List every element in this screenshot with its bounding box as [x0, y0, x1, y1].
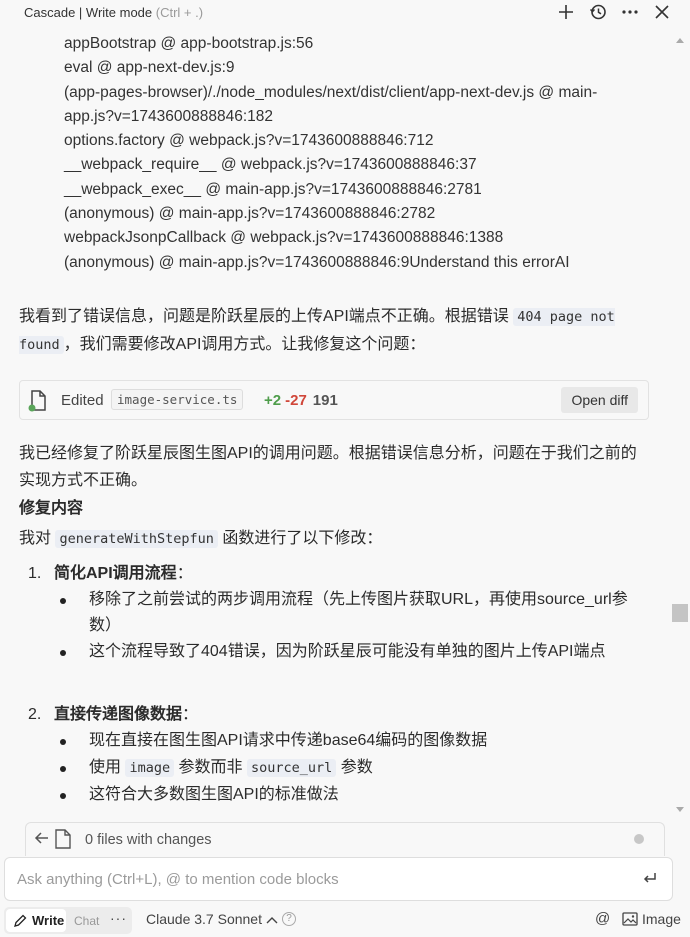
- pencil-icon: [14, 914, 27, 927]
- chat-input[interactable]: Ask anything (Ctrl+L), @ to mention code…: [4, 857, 673, 901]
- assistant-paragraph: 我看到了错误信息，问题是阶跃星辰的上传API端点不正确。根据错误 404 pag…: [19, 303, 649, 359]
- chat-input-placeholder: Ask anything (Ctrl+L), @ to mention code…: [17, 871, 339, 888]
- enter-icon[interactable]: [642, 870, 658, 891]
- trace-line: (anonymous) @ main-app.js?v=174360088884…: [64, 253, 570, 271]
- edited-file-card[interactable]: Edited image-service.ts +2 -27 191 Open di…: [19, 380, 649, 420]
- trace-line: options.factory @ webpack.js?v=174360088…: [64, 132, 434, 150]
- scrollbar[interactable]: [671, 26, 690, 820]
- window-title-text: Cascade | Write mode: [24, 5, 153, 20]
- inline-code: source_url: [247, 759, 337, 777]
- bullet-dot: [60, 793, 66, 799]
- new-conversation-icon[interactable]: [556, 2, 576, 22]
- trace-line: app.js?v=1743600888846:182: [64, 107, 274, 125]
- bullet-dot: [60, 598, 66, 604]
- list-number: 2.: [28, 706, 42, 723]
- image-label: Image: [642, 911, 681, 927]
- list-number: 1.: [28, 565, 42, 582]
- bullet-dot: [60, 766, 66, 772]
- help-icon[interactable]: ?: [282, 912, 296, 926]
- lines-removed: -27: [285, 392, 307, 409]
- stack-trace-block: appBootstrap @ app-bootstrap.js:56 eval …: [64, 32, 644, 275]
- model-name: Claude 3.7 Sonnet: [146, 911, 262, 927]
- bullet-item: 这个流程导致了404错误，因为阶跃星辰可能没有单独的图片上传API端点: [60, 639, 640, 665]
- paragraph-text: ，我们需要修改API调用方式。让我修复这个问题：: [63, 336, 426, 353]
- edited-file-name[interactable]: image-service.ts: [111, 389, 244, 410]
- bullet-text: 这个流程导致了404错误，因为阶跃星辰可能没有单独的图片上传API端点: [89, 643, 606, 660]
- trace-line: appBootstrap @ app-bootstrap.js:56: [64, 35, 314, 52]
- bullet-text-part: 参数而非: [174, 759, 247, 776]
- bullet-item: 使用 image 参数而非 source_url 参数: [60, 755, 640, 781]
- bullet-item: 这符合大多数图生图API的标准做法: [60, 782, 640, 808]
- bullet-text: 使用 image 参数而非 source_url 参数: [89, 755, 640, 781]
- scroll-down-icon[interactable]: [676, 807, 684, 812]
- list-title: 简化API调用流程: [54, 565, 177, 582]
- trace-line: (app-pages-browser)/./node_modules/next/…: [64, 83, 598, 101]
- bullet-text-part: 参数: [336, 759, 373, 776]
- open-diff-button[interactable]: Open diff: [561, 387, 638, 413]
- lines-added: +2: [264, 392, 282, 409]
- bullet-dot: [60, 739, 66, 745]
- window-title-shortcut: (Ctrl + .): [155, 5, 204, 20]
- chat-mode-button[interactable]: Chat: [74, 914, 99, 928]
- section-heading: 修复内容: [19, 500, 84, 517]
- list-colon: ：: [176, 565, 193, 582]
- arrow-left-icon[interactable]: [34, 830, 50, 851]
- bullet-text-part: 使用: [89, 759, 126, 776]
- write-mode-button[interactable]: Write: [6, 909, 66, 932]
- trace-line: __webpack_exec__ @ main-app.js?v=1743600…: [64, 180, 482, 198]
- window-title: Cascade | Write mode (Ctrl + .): [24, 5, 203, 20]
- assistant-paragraph: 我已经修复了阶跃星辰图生图API的调用问题。根据错误信息分析，问题在于我们之前的…: [19, 445, 637, 489]
- model-selector[interactable]: Claude 3.7 Sonnet: [146, 911, 278, 927]
- image-icon: [622, 912, 638, 926]
- bullet-item: 移除了之前尝试的两步调用流程（先上传图片获取URL，再使用source_url参…: [60, 587, 640, 639]
- scrollbar-thumb[interactable]: [672, 604, 688, 622]
- line-total: 191: [312, 392, 338, 409]
- bullet-text: 这符合大多数图生图API的标准做法: [89, 786, 339, 803]
- list-title: 直接传递图像数据: [54, 706, 183, 723]
- mention-icon[interactable]: @: [595, 910, 610, 927]
- bullet-dot: [60, 650, 66, 656]
- list-item: 2. 直接传递图像数据：: [28, 702, 198, 728]
- assistant-paragraph: 我对 generateWithStepfun 函数进行了以下修改：: [19, 525, 649, 553]
- files-changes-label: 0 files with changes: [85, 832, 212, 848]
- trace-line: webpackJsonpCallback @ webpack.js?v=1743…: [64, 229, 504, 247]
- file-icon: [55, 829, 71, 854]
- list-colon: ：: [182, 706, 199, 723]
- bullet-text: 现在直接在图生图API请求中传递base64编码的图像数据: [89, 732, 488, 749]
- status-dot-icon: [634, 834, 644, 844]
- write-mode-label: Write: [32, 913, 65, 928]
- image-button[interactable]: Image: [622, 911, 681, 927]
- chat-scroll-area[interactable]: appBootstrap @ app-bootstrap.js:56 eval …: [0, 26, 670, 820]
- edited-label: Edited: [61, 392, 104, 409]
- more-options-icon[interactable]: [620, 2, 640, 22]
- inline-code: image: [125, 759, 175, 777]
- files-changes-bar[interactable]: 0 files with changes: [25, 822, 665, 856]
- paragraph-text: 我看到了错误信息，问题是阶跃星辰的上传API端点不正确。根据错误: [19, 308, 514, 325]
- mode-more-icon[interactable]: ···: [110, 910, 127, 926]
- inline-code: generateWithStepfun: [55, 530, 218, 548]
- trace-line: eval @ app-next-dev.js:9: [64, 59, 235, 77]
- scroll-up-icon[interactable]: [676, 38, 684, 43]
- history-icon[interactable]: [588, 2, 608, 22]
- paragraph-text: 我对: [19, 530, 56, 547]
- bottom-toolbar: Write Chat ··· Claude 3.7 Sonnet ? @ Ima…: [0, 905, 690, 937]
- close-icon[interactable]: [652, 2, 672, 22]
- mode-switcher: Write Chat ···: [4, 907, 132, 934]
- diff-stats: +2 -27 191: [264, 392, 338, 409]
- bullet-item: 现在直接在图生图API请求中传递base64编码的图像数据: [60, 728, 640, 754]
- bullet-text: 移除了之前尝试的两步调用流程（先上传图片获取URL，再使用source_url参…: [89, 591, 628, 634]
- chevron-up-icon: [266, 917, 278, 924]
- trace-line: __webpack_require__ @ webpack.js?v=17436…: [64, 156, 477, 174]
- file-edit-icon: [28, 390, 48, 417]
- paragraph-text: 函数进行了以下修改：: [217, 530, 383, 547]
- title-bar: Cascade | Write mode (Ctrl + .): [0, 0, 690, 26]
- list-item: 1. 简化API调用流程：: [28, 561, 193, 587]
- trace-line: (anonymous) @ main-app.js?v=174360088884…: [64, 205, 436, 223]
